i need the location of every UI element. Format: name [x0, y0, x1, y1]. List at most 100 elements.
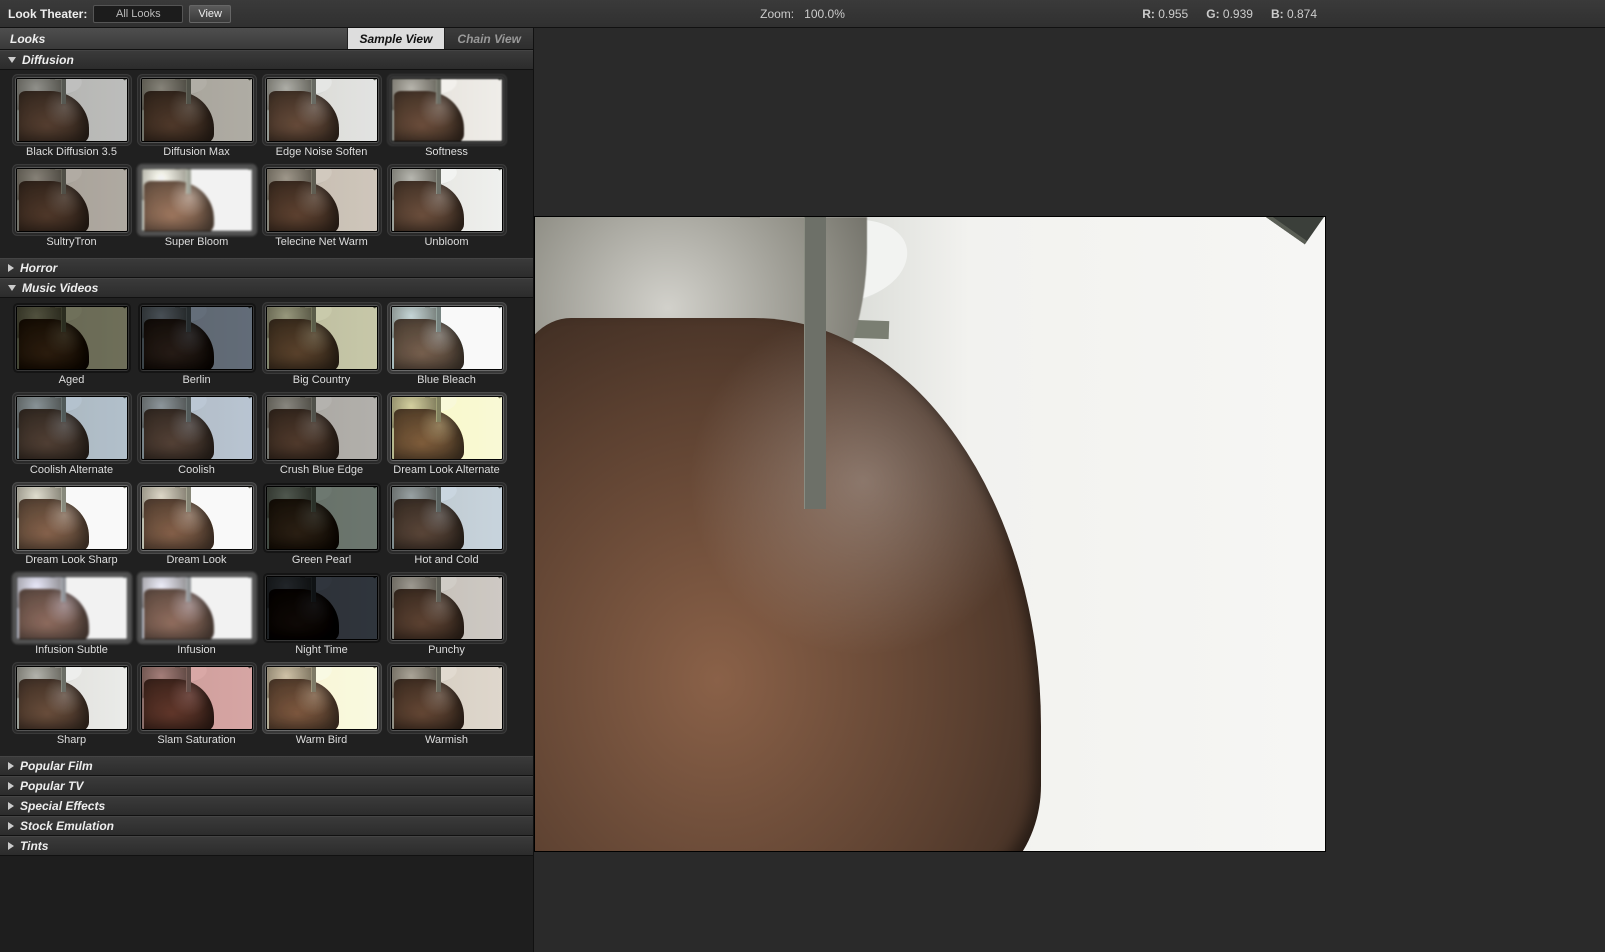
thumbnail-label: Dream Look Sharp [25, 554, 117, 566]
thumbnail-label: Night Time [295, 644, 348, 656]
thumbnail [266, 486, 378, 550]
category-diffusion[interactable]: Diffusion [0, 50, 533, 70]
category-stock-emulation[interactable]: Stock Emulation [0, 816, 533, 836]
thumbnail-label: Warmish [425, 734, 468, 746]
look-preset-infusion[interactable]: Infusion [139, 576, 254, 656]
look-preset-black-diffusion-3-5[interactable]: Black Diffusion 3.5 [14, 78, 129, 158]
tab-chain-view[interactable]: Chain View [444, 28, 533, 49]
thumbnail [266, 306, 378, 370]
thumbnail [141, 168, 253, 232]
thumbnail-label: Green Pearl [292, 554, 351, 566]
look-theater-label: Look Theater: [8, 7, 87, 21]
looks-scroll[interactable]: DiffusionBlack Diffusion 3.5Diffusion Ma… [0, 50, 533, 952]
look-preset-warmish[interactable]: Warmish [389, 666, 504, 746]
look-preset-big-country[interactable]: Big Country [264, 306, 379, 386]
look-preset-blue-bleach[interactable]: Blue Bleach [389, 306, 504, 386]
thumbnail [141, 486, 253, 550]
category-music-videos[interactable]: Music Videos [0, 278, 533, 298]
thumbnail-label: Coolish [178, 464, 215, 476]
thumbnail [391, 168, 503, 232]
category-popular-film[interactable]: Popular Film [0, 756, 533, 776]
topbar: Look Theater: All Looks View Zoom: 100.0… [0, 0, 1605, 28]
thumbnail [16, 78, 128, 142]
thumbnail [16, 486, 128, 550]
category-horror[interactable]: Horror [0, 258, 533, 278]
thumbnail [16, 396, 128, 460]
disclosure-triangle-icon [8, 762, 14, 770]
look-preset-infusion-subtle[interactable]: Infusion Subtle [14, 576, 129, 656]
disclosure-triangle-icon [8, 802, 14, 810]
disclosure-triangle-icon [8, 842, 14, 850]
thumbnail-label: SultryTron [46, 236, 96, 248]
category-label: Stock Emulation [20, 819, 114, 833]
zoom-label: Zoom: [760, 7, 794, 21]
thumbnail-label: Big Country [293, 374, 350, 386]
category-label: Popular TV [20, 779, 83, 793]
thumbnail [266, 576, 378, 640]
thumbnail [391, 666, 503, 730]
look-preset-warm-bird[interactable]: Warm Bird [264, 666, 379, 746]
look-preset-diffusion-max[interactable]: Diffusion Max [139, 78, 254, 158]
disclosure-triangle-icon [8, 57, 16, 63]
look-preset-crush-blue-edge[interactable]: Crush Blue Edge [264, 396, 379, 476]
look-preset-dream-look-sharp[interactable]: Dream Look Sharp [14, 486, 129, 566]
looks-dropdown[interactable]: All Looks [93, 5, 183, 23]
look-preset-coolish-alternate[interactable]: Coolish Alternate [14, 396, 129, 476]
disclosure-triangle-icon [8, 782, 14, 790]
category-tints[interactable]: Tints [0, 836, 533, 856]
thumbnail [141, 576, 253, 640]
look-preset-edge-noise-soften[interactable]: Edge Noise Soften [264, 78, 379, 158]
thumbnail-label: Sharp [57, 734, 86, 746]
look-preset-coolish[interactable]: Coolish [139, 396, 254, 476]
look-preset-berlin[interactable]: Berlin [139, 306, 254, 386]
look-preset-dream-look[interactable]: Dream Look [139, 486, 254, 566]
thumbnail-label: Super Bloom [165, 236, 229, 248]
look-preset-softness[interactable]: Softness [389, 78, 504, 158]
thumbnail [391, 576, 503, 640]
look-preset-telecine-net-warm[interactable]: Telecine Net Warm [264, 168, 379, 248]
look-preset-sharp[interactable]: Sharp [14, 666, 129, 746]
category-popular-tv[interactable]: Popular TV [0, 776, 533, 796]
look-preset-hot-and-cold[interactable]: Hot and Cold [389, 486, 504, 566]
thumbnail-label: Edge Noise Soften [276, 146, 368, 158]
thumbnail [141, 666, 253, 730]
thumbnail-label: Slam Saturation [157, 734, 235, 746]
thumbnail [16, 666, 128, 730]
view-button[interactable]: View [189, 5, 231, 23]
disclosure-triangle-icon [8, 822, 14, 830]
look-preset-dream-look-alternate[interactable]: Dream Look Alternate [389, 396, 504, 476]
thumbnail [266, 666, 378, 730]
look-preset-unbloom[interactable]: Unbloom [389, 168, 504, 248]
thumbnail [391, 396, 503, 460]
tab-sample-view[interactable]: Sample View [347, 28, 445, 49]
look-preset-night-time[interactable]: Night Time [264, 576, 379, 656]
thumbnail-label: Coolish Alternate [30, 464, 113, 476]
look-preset-punchy[interactable]: Punchy [389, 576, 504, 656]
category-label: Tints [20, 839, 48, 853]
thumbnail-label: Telecine Net Warm [275, 236, 368, 248]
thumbnail [16, 168, 128, 232]
thumbnail-grid: Aged Berlin Big Country Blue Bleach Coolish … [0, 298, 533, 756]
category-label: Popular Film [20, 759, 93, 773]
looks-panel: Looks Sample View Chain View DiffusionBl… [0, 28, 534, 952]
thumbnail-label: Punchy [428, 644, 465, 656]
category-label: Music Videos [22, 281, 98, 295]
thumbnail-grid: Black Diffusion 3.5Diffusion Max Edge Noi… [0, 70, 533, 258]
look-preset-sultrytron[interactable]: SultryTron [14, 168, 129, 248]
thumbnail-label: Crush Blue Edge [280, 464, 363, 476]
panel-title: Looks [0, 32, 347, 46]
category-special-effects[interactable]: Special Effects [0, 796, 533, 816]
category-label: Special Effects [20, 799, 105, 813]
thumbnail-label: Aged [59, 374, 85, 386]
look-preset-aged[interactable]: Aged [14, 306, 129, 386]
look-preset-super-bloom[interactable]: Super Bloom [139, 168, 254, 248]
thumbnail [141, 396, 253, 460]
look-preset-slam-saturation[interactable]: Slam Saturation [139, 666, 254, 746]
look-preset-green-pearl[interactable]: Green Pearl [264, 486, 379, 566]
zoom-value: 100.0% [804, 7, 845, 21]
disclosure-triangle-icon [8, 264, 14, 272]
thumbnail [391, 78, 503, 142]
disclosure-triangle-icon [8, 285, 16, 291]
thumbnail [16, 306, 128, 370]
thumbnail [266, 78, 378, 142]
